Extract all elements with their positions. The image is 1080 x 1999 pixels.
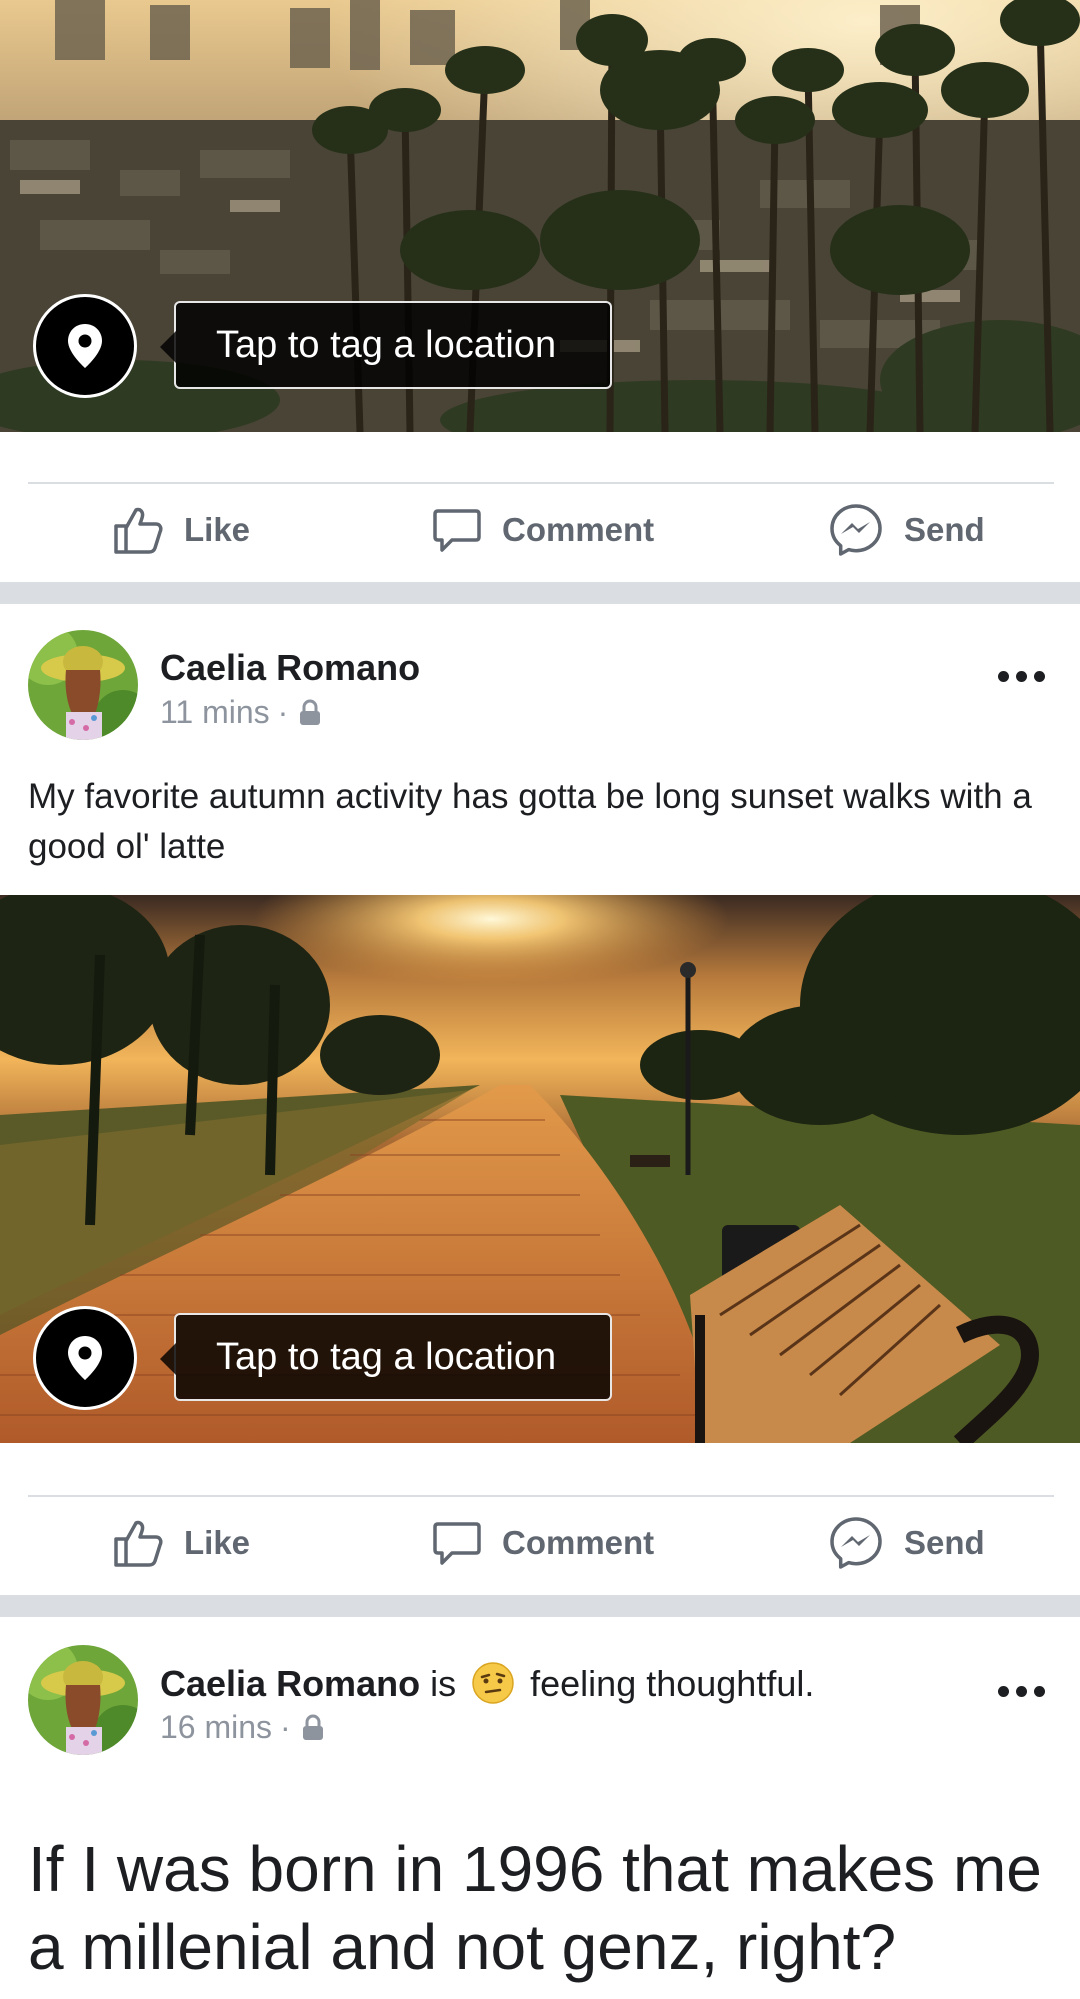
lock-icon[interactable] — [301, 1713, 325, 1742]
like-label: Like — [184, 1524, 251, 1561]
post-text: If I was born in 1996 that makes me a mi… — [28, 1833, 1042, 1983]
thumbs-up-icon — [114, 507, 163, 554]
post-time[interactable]: 16 mins — [160, 1709, 272, 1746]
messenger-icon — [830, 504, 882, 556]
more-dot — [998, 1686, 1009, 1697]
avatar-photo — [28, 630, 138, 740]
tag-location-pin-button[interactable] — [33, 1306, 137, 1410]
author-line: Caelia Romano is feeling thoughtful. — [160, 1662, 814, 1705]
comment-bubble-icon — [433, 1522, 481, 1565]
feeling-text[interactable]: feeling thoughtful. — [530, 1663, 814, 1704]
messenger-icon — [830, 1517, 882, 1569]
post-meta: 16 mins · — [160, 1709, 325, 1746]
like-label: Like — [184, 511, 251, 548]
post-photo-city[interactable]: Tap to tag a location — [0, 0, 1080, 432]
send-button[interactable]: Send — [828, 480, 985, 580]
thoughtful-emoji-icon — [472, 1662, 514, 1704]
send-label: Send — [904, 511, 985, 548]
location-pin-icon — [68, 1336, 102, 1380]
more-dot — [1016, 671, 1027, 682]
post-meta: 11 mins · — [160, 694, 322, 731]
author-name[interactable]: Caelia Romano — [160, 1663, 420, 1704]
more-dot — [998, 671, 1009, 682]
meta-separator: · — [280, 1709, 291, 1745]
post-text: My favorite autumn activity has gotta be… — [28, 777, 1032, 866]
post-action-bar: Like Comment Send — [0, 480, 1080, 580]
tag-location-label: Tap to tag a location — [216, 323, 557, 366]
send-label: Send — [904, 1524, 985, 1561]
more-dot — [1034, 671, 1045, 682]
tag-location-button[interactable]: Tap to tag a location — [160, 301, 612, 389]
location-pin-icon — [68, 324, 102, 368]
tag-location-button[interactable]: Tap to tag a location — [160, 1313, 612, 1401]
like-button[interactable]: Like — [112, 1493, 250, 1593]
lock-icon[interactable] — [298, 698, 322, 727]
author-name[interactable]: Caelia Romano — [160, 647, 420, 689]
more-options-button[interactable] — [998, 1686, 1045, 1697]
avatar[interactable] — [28, 630, 138, 740]
comment-button[interactable]: Comment — [432, 1493, 654, 1593]
like-button[interactable]: Like — [112, 480, 250, 580]
post-separator — [0, 582, 1080, 604]
post-photo-sunset[interactable]: Tap to tag a location — [0, 895, 1080, 1443]
more-dot — [1034, 1686, 1045, 1697]
comment-label: Comment — [502, 1524, 655, 1561]
comment-label: Comment — [502, 511, 655, 548]
post-time[interactable]: 11 mins — [160, 694, 270, 731]
post-separator — [0, 1595, 1080, 1617]
tag-location-pin-button[interactable] — [33, 294, 137, 398]
more-options-button[interactable] — [998, 671, 1045, 682]
more-dot — [1016, 1686, 1027, 1697]
status-verb: is — [430, 1663, 457, 1704]
comment-button[interactable]: Comment — [432, 480, 654, 580]
tag-location-label: Tap to tag a location — [216, 1335, 557, 1378]
thumbs-up-icon — [114, 1520, 163, 1567]
meta-separator: · — [277, 694, 289, 730]
avatar-photo — [28, 1645, 138, 1755]
send-button[interactable]: Send — [828, 1493, 985, 1593]
post-action-bar: Like Comment Send — [0, 1493, 1080, 1593]
avatar[interactable] — [28, 1645, 138, 1755]
comment-bubble-icon — [433, 509, 481, 552]
